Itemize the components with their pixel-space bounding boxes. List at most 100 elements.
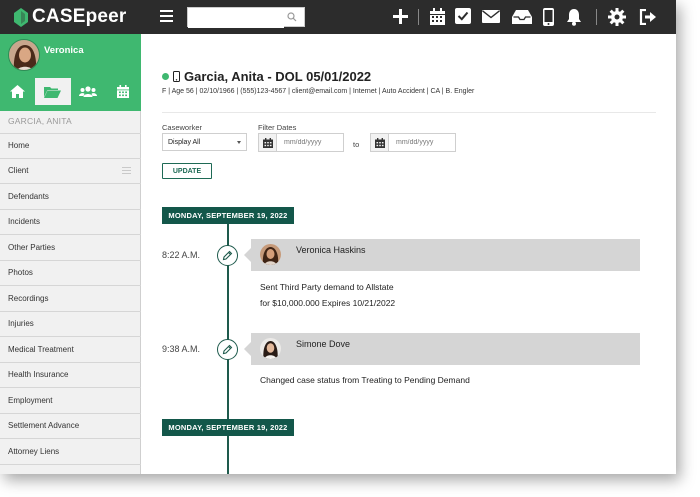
tab-calendar[interactable] [106,78,141,105]
sidebar-item-label: Defendants [8,191,49,201]
case-meta: F | Age 56 | 02/10/1966 | (555)123-4567 … [162,88,475,95]
toolbar-separator [596,9,597,25]
gear-icon[interactable] [608,8,626,26]
calendar-icon[interactable] [371,134,389,151]
app-window: CASEpeer Veronica GARCIA, ANITA Home Cli… [0,0,676,474]
page-title: Garcia, Anita - DOL 05/01/2022 [184,69,372,84]
search-box [187,7,305,28]
sidebar-item-label: Health Insurance [8,370,69,380]
sidebar-item-settlement-advance[interactable]: Settlement Advance [0,414,141,439]
to-label: to [353,140,360,149]
event-header: Veronica Haskins [244,239,640,271]
tab-case-files[interactable] [35,78,71,105]
bell-icon[interactable] [566,8,582,26]
sidebar-item-health-insurance[interactable]: Health Insurance [0,363,141,388]
event-time: 8:22 A.M. [162,250,201,260]
event-note: Sent Third Party demand to Allstate for … [260,279,395,311]
user-panel: Veronica [0,34,141,111]
sidebar-item-label: Home [8,141,30,151]
event-note-line: Changed case status from Treating to Pen… [260,375,470,385]
tab-contacts[interactable] [71,78,106,105]
filter-dates-label: Filter Dates [258,123,297,132]
logout-icon[interactable] [639,9,657,25]
sidebar-item-label: Injuries [8,319,34,329]
sidebar-item-label: Settlement Advance [8,421,80,431]
sidebar-item-label: Medical Treatment [8,344,74,354]
avatar[interactable] [260,244,281,265]
user-name[interactable]: Veronica [44,45,84,56]
mobile-icon[interactable] [543,8,554,26]
sidebar-item-medical-treatment[interactable]: Medical Treatment [0,337,141,363]
case-header: Garcia, Anita - DOL 05/01/2022 [162,69,371,84]
event-note-line: Sent Third Party demand to Allstate [260,282,394,292]
sidebar-item-other-parties[interactable]: Other Parties [0,235,141,261]
sidebar-item-incidents[interactable]: Incidents [0,210,141,235]
timeline-date-banner: MONDAY, SEPTEMBER 19, 2022 [162,207,294,224]
timeline-date-banner: MONDAY, SEPTEMBER 19, 2022 [162,419,294,436]
toolbar-separator [418,9,419,25]
mobile-icon [173,71,180,82]
end-date-input[interactable] [389,134,455,151]
search-input[interactable] [188,9,284,28]
checkbox-icon[interactable] [455,8,471,24]
sidebar-item-client[interactable]: Client [0,159,141,184]
sidebar-item-employment[interactable]: Employment [0,388,141,414]
sidebar-item-attorney-liens[interactable]: Attorney Liens [0,439,141,465]
sidebar: Veronica GARCIA, ANITA Home Client Defen… [0,34,141,474]
event-note-line: for $10,000.000 Expires 10/21/2022 [260,298,396,308]
mail-icon[interactable] [482,10,500,23]
drag-handle-icon[interactable] [122,165,131,176]
sidebar-item-home[interactable]: Home [0,133,141,159]
logo-icon [14,7,28,27]
sidebar-item-defendants[interactable]: Defendants [0,184,141,210]
pencil-icon [222,344,233,355]
avatar[interactable] [8,39,40,71]
end-date-field [370,133,456,152]
calendar-icon [117,85,130,98]
logo[interactable]: CASEpeer [13,6,127,28]
event-author: Simone Dove [296,339,351,349]
sidebar-item-label: Incidents [8,217,41,227]
divider [162,112,656,113]
sidebar-item-label: Employment [8,395,53,405]
sidebar-item-recordings[interactable]: Recordings [0,286,141,312]
search-icon[interactable] [287,12,297,22]
sidebar-item-label: Client [8,166,29,176]
folder-icon [44,86,62,98]
chevron-down-icon [237,141,241,144]
sidebar-item-label: Photos [8,268,33,278]
sidebar-item-label: Attorney Liens [8,446,60,456]
update-button[interactable]: UPDATE [162,163,212,179]
sidebar-nav-tabs [0,78,141,105]
calendar-icon[interactable] [429,8,446,26]
menu-icon[interactable] [160,10,173,22]
calendar-icon[interactable] [259,134,277,151]
edit-note-button[interactable] [217,245,238,266]
logo-text: CASEpeer [32,6,127,27]
sidebar-item-photos[interactable]: Photos [0,261,141,286]
users-icon [79,85,98,97]
main-content: Garcia, Anita - DOL 05/01/2022 F | Age 5… [142,34,676,474]
top-bar: CASEpeer [0,0,676,34]
event-note: Changed case status from Treating to Pen… [260,372,470,388]
caseworker-select-value: Display All [168,138,201,146]
edit-note-button[interactable] [217,339,238,360]
status-dot-icon [162,73,169,80]
sidebar-item-injuries[interactable]: Injuries [0,312,141,337]
caseworker-select[interactable]: Display All [162,133,247,151]
sidebar-menu: Home Client Defendants Incidents Other P… [0,133,141,465]
event-time: 9:38 A.M. [162,344,201,354]
start-date-field [258,133,344,152]
client-label: GARCIA, ANITA [8,116,72,126]
inbox-icon[interactable] [512,10,532,24]
plus-icon[interactable] [392,8,409,25]
caseworker-label: Caseworker [162,123,203,132]
avatar[interactable] [260,338,281,359]
event-header: Simone Dove [244,333,640,365]
event-author: Veronica Haskins [296,245,366,255]
sidebar-item-label: Other Parties [8,242,56,252]
home-icon [10,85,26,98]
start-date-input[interactable] [277,134,343,151]
tab-home[interactable] [0,78,35,105]
pencil-icon [222,250,233,261]
